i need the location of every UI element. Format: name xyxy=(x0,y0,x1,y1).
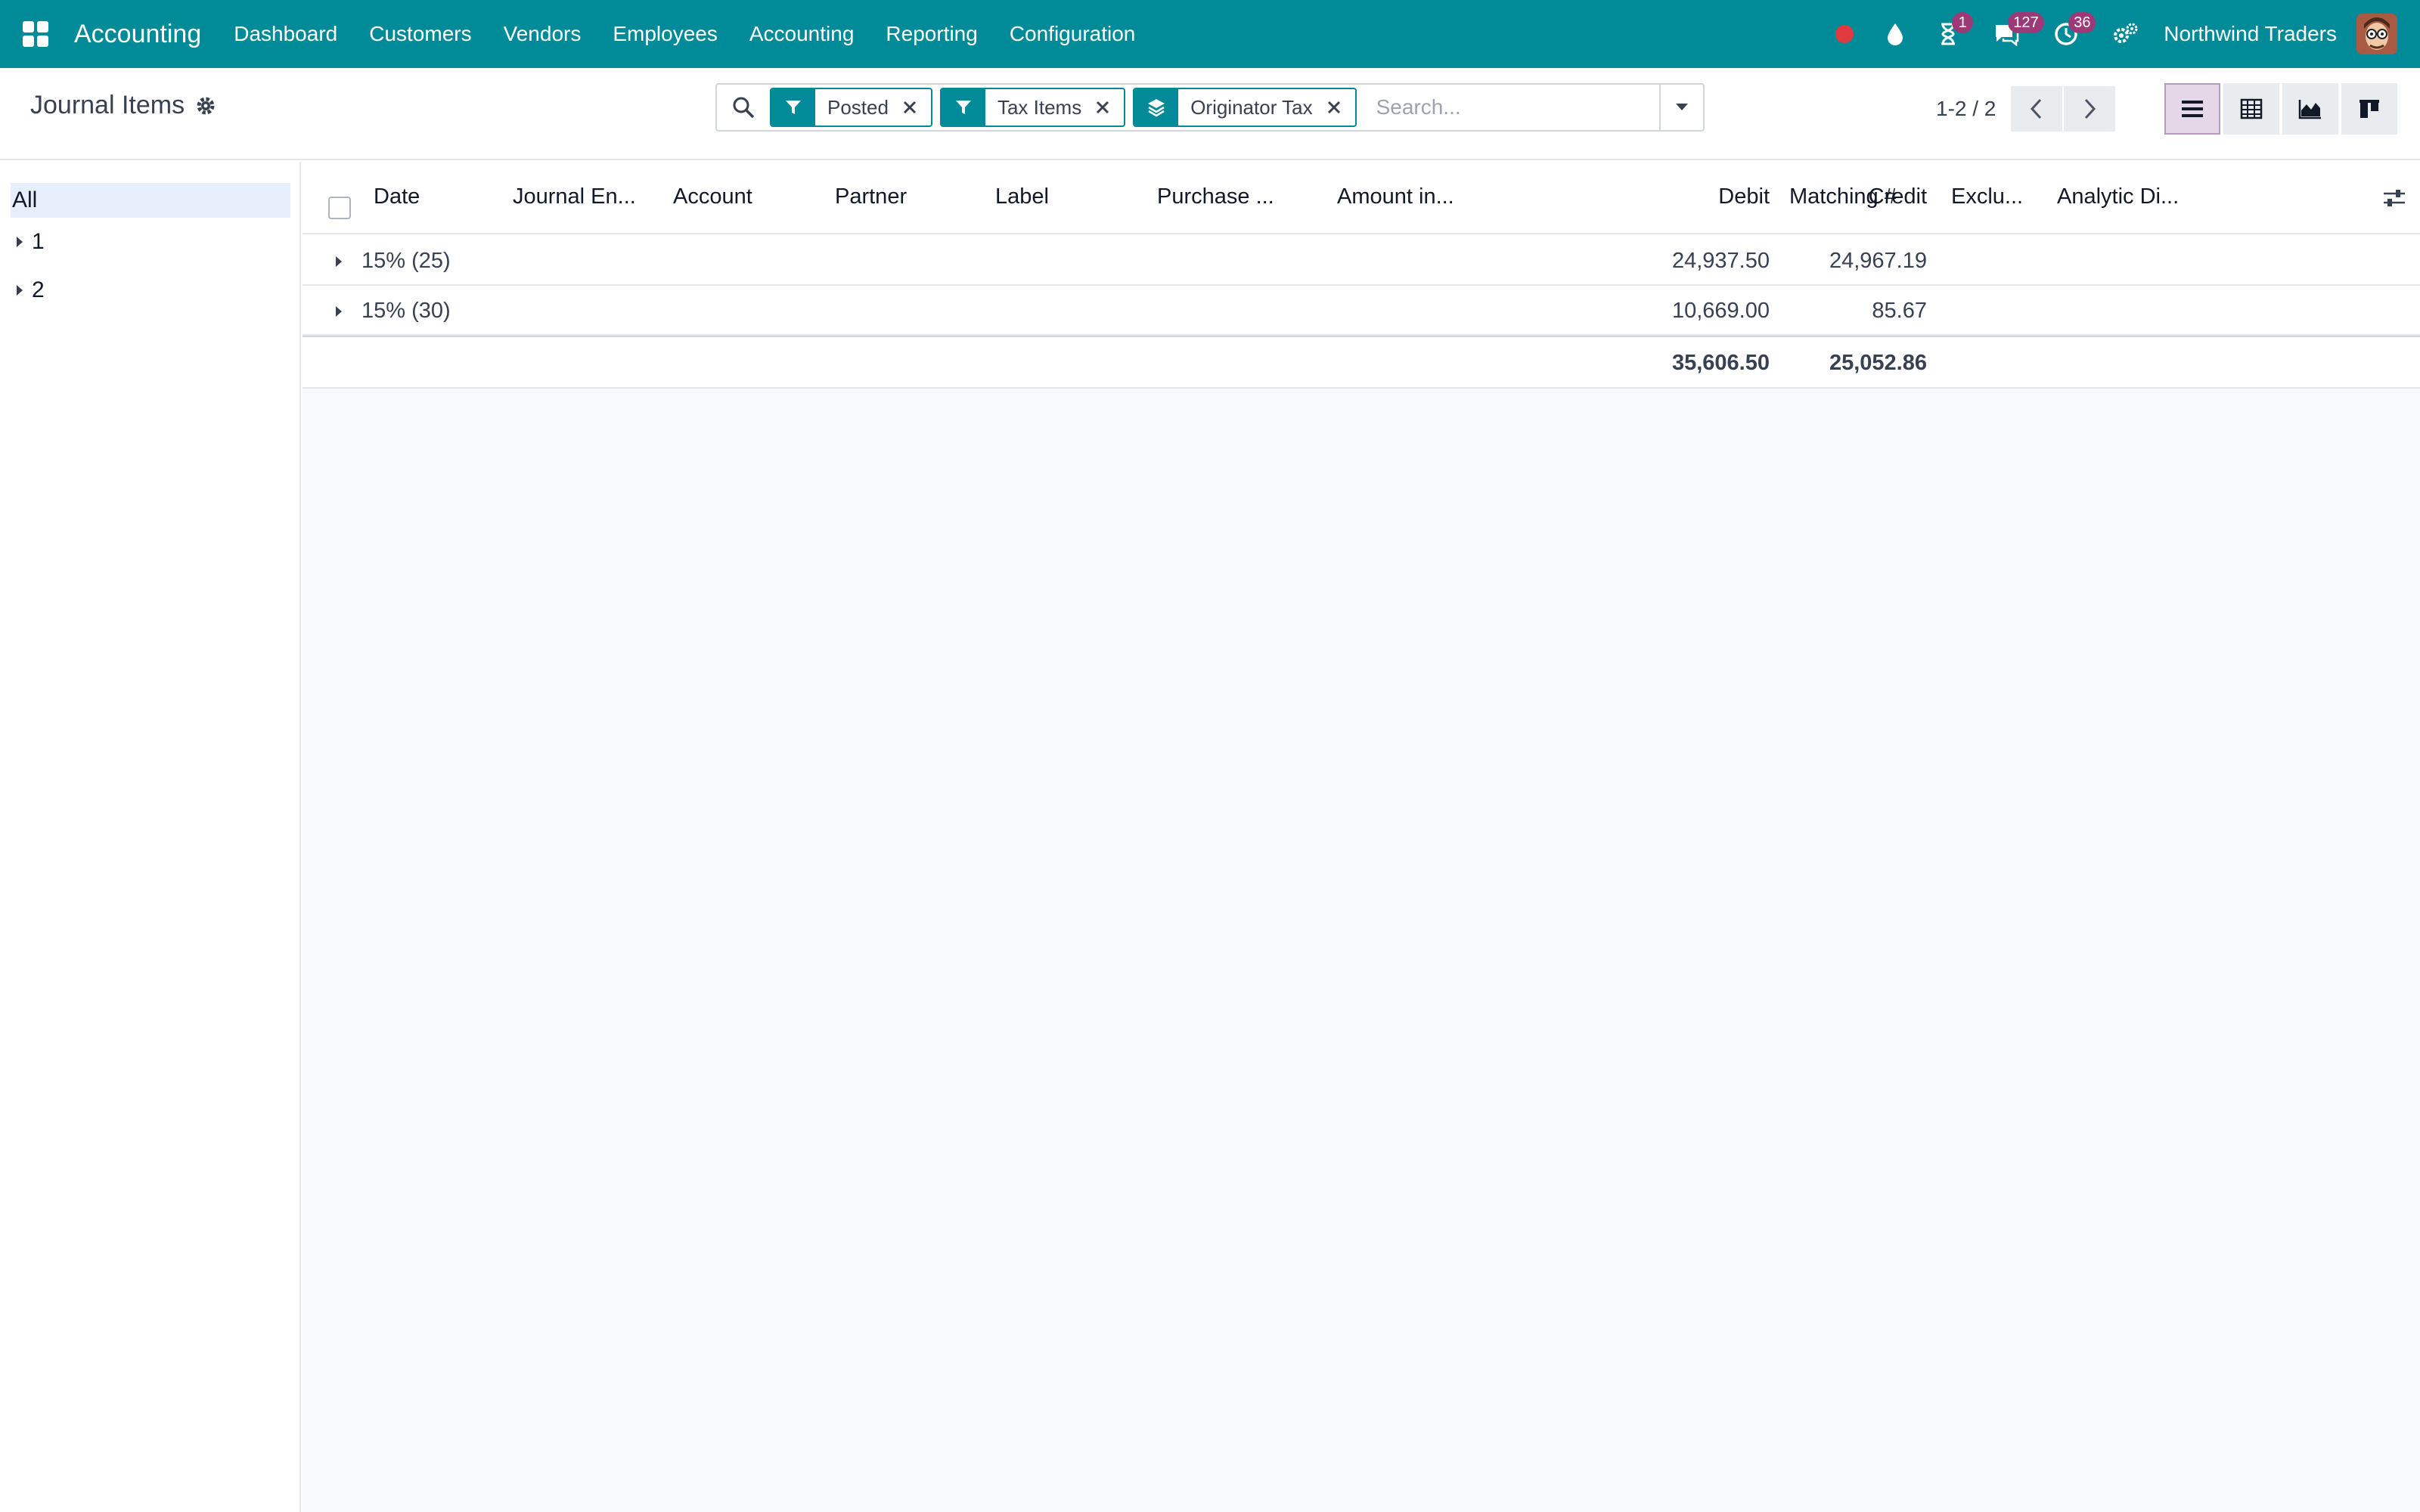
view-switcher xyxy=(2164,83,2400,135)
timesheet-badge: 36 xyxy=(2068,12,2096,33)
search-panel-item-label: 1 xyxy=(32,229,45,254)
total-debit: 35,606.50 xyxy=(1671,351,1770,375)
layers-icon xyxy=(1134,89,1179,125)
search-panel-item-label: 2 xyxy=(32,277,45,302)
drop-icon[interactable] xyxy=(1887,0,1903,68)
messages-icon[interactable]: 127 xyxy=(1993,0,2044,68)
area-chart-icon xyxy=(2298,100,2321,119)
facet-group-originator-tax: Originator Tax xyxy=(1133,88,1357,127)
search-input[interactable] xyxy=(1364,85,1659,130)
group-name: 15% (30) xyxy=(361,299,451,323)
timesheet-icon[interactable]: 36 xyxy=(2053,0,2096,68)
column-date[interactable]: Date xyxy=(374,184,420,209)
record-dot-icon xyxy=(1835,25,1854,43)
messages-badge: 127 xyxy=(2008,12,2044,33)
chevron-right-icon xyxy=(2085,98,2096,119)
menu-customers[interactable]: Customers xyxy=(353,22,487,46)
column-purchase[interactable]: Purchase ... xyxy=(1157,184,1274,209)
menu-dashboard[interactable]: Dashboard xyxy=(218,22,353,46)
group-credit: 85.67 xyxy=(1872,299,1927,323)
search-bar: Posted Tax Items Originator Tax xyxy=(715,83,1705,132)
facet-label: Originator Tax xyxy=(1190,95,1313,119)
journal-items-list: Date Journal En... Account Partner Label… xyxy=(302,162,2420,1512)
menu-vendors[interactable]: Vendors xyxy=(488,22,597,46)
group-row[interactable]: 15% (30) 10,669.00 85.67 xyxy=(302,286,2420,336)
activities-icon[interactable]: 1 xyxy=(1937,0,1974,68)
select-all-checkbox[interactable] xyxy=(328,197,351,219)
pager: 1-2 / 2 xyxy=(1936,86,2116,132)
user-avatar[interactable] xyxy=(2356,14,2397,54)
column-debit[interactable]: Debit xyxy=(1618,184,1770,209)
list-header: Date Journal En... Account Partner Label… xyxy=(302,162,2420,234)
group-debit: 10,669.00 xyxy=(1671,299,1770,323)
table-grid-icon xyxy=(2240,98,2263,119)
close-icon[interactable] xyxy=(1095,100,1124,115)
column-amount-in-currency[interactable]: Amount in... xyxy=(1337,184,1454,209)
facet-label: Tax Items xyxy=(997,95,1082,119)
top-menu: Dashboard Customers Vendors Employees Ac… xyxy=(218,22,1151,46)
search-panel-item-1[interactable]: 1 xyxy=(0,218,299,266)
filter-icon xyxy=(941,89,985,125)
close-icon[interactable] xyxy=(902,100,931,115)
kanban-icon xyxy=(2360,100,2379,118)
search-panel: All 1 2 xyxy=(0,162,301,1512)
optional-columns-toggle[interactable] xyxy=(2382,187,2406,209)
group-credit: 24,967.19 xyxy=(1829,249,1927,273)
gear-icon[interactable] xyxy=(195,95,216,116)
main-navbar: Accounting Dashboard Customers Vendors E… xyxy=(0,0,2420,68)
systray: 1 127 36 Northwind Traders xyxy=(1819,0,2420,68)
caret-right-icon[interactable] xyxy=(15,283,24,298)
pager-value[interactable]: 1-2 / 2 xyxy=(1936,97,1996,121)
facet-tax-items: Tax Items xyxy=(939,88,1126,127)
menu-accounting[interactable]: Accounting xyxy=(734,22,870,46)
company-switcher[interactable]: Northwind Traders xyxy=(2164,22,2337,46)
column-account[interactable]: Account xyxy=(673,184,752,209)
caret-right-icon xyxy=(334,254,343,269)
search-panel-item-all[interactable]: All xyxy=(11,183,290,218)
pivot-view-button[interactable] xyxy=(2223,83,2279,135)
record-indicator[interactable] xyxy=(1835,0,1854,68)
kanban-view-button[interactable] xyxy=(2341,83,2397,135)
search-options-toggle[interactable] xyxy=(1659,85,1703,130)
filter-icon xyxy=(771,89,815,125)
column-matching[interactable]: Matching # xyxy=(1789,184,1897,209)
control-panel: Journal Items Posted Tax Items Originato… xyxy=(0,68,2420,160)
sliders-icon xyxy=(2384,190,2405,206)
column-excluded[interactable]: Exclu... xyxy=(1951,184,2023,209)
caret-right-icon[interactable] xyxy=(15,234,24,249)
pager-previous-button[interactable] xyxy=(2011,86,2063,132)
page-title: Journal Items xyxy=(30,91,185,119)
facet-posted: Posted xyxy=(770,88,932,127)
breadcrumb: Journal Items xyxy=(30,91,216,120)
activities-badge: 1 xyxy=(1952,12,1974,33)
search-icon[interactable] xyxy=(717,95,770,119)
facet-label: Posted xyxy=(827,95,889,119)
group-name: 15% (25) xyxy=(361,249,451,273)
menu-reporting[interactable]: Reporting xyxy=(870,22,993,46)
search-panel-item-2[interactable]: 2 xyxy=(0,266,299,314)
graph-view-button[interactable] xyxy=(2282,83,2338,135)
column-analytic-distribution[interactable]: Analytic Di... xyxy=(2057,184,2179,209)
chevron-left-icon xyxy=(2031,98,2042,119)
column-journal-entry[interactable]: Journal En... xyxy=(513,184,636,209)
list-view-button[interactable] xyxy=(2164,83,2220,135)
settings-gears-icon[interactable] xyxy=(2112,0,2139,68)
column-partner[interactable]: Partner xyxy=(835,184,907,209)
totals-row: 35,606.50 25,052.86 xyxy=(302,336,2420,389)
menu-configuration[interactable]: Configuration xyxy=(994,22,1152,46)
app-name[interactable]: Accounting xyxy=(74,20,201,49)
group-row[interactable]: 15% (25) 24,937.50 24,967.19 xyxy=(302,236,2420,286)
group-debit: 24,937.50 xyxy=(1671,249,1770,273)
menu-employees[interactable]: Employees xyxy=(597,22,734,46)
caret-right-icon xyxy=(334,304,343,319)
list-icon xyxy=(2182,101,2203,117)
caret-down-icon xyxy=(1676,104,1688,110)
column-label[interactable]: Label xyxy=(995,184,1049,209)
pager-next-button[interactable] xyxy=(2064,86,2116,132)
apps-menu-icon[interactable] xyxy=(23,21,48,47)
total-credit: 25,052.86 xyxy=(1829,351,1927,375)
close-icon[interactable] xyxy=(1326,100,1355,115)
